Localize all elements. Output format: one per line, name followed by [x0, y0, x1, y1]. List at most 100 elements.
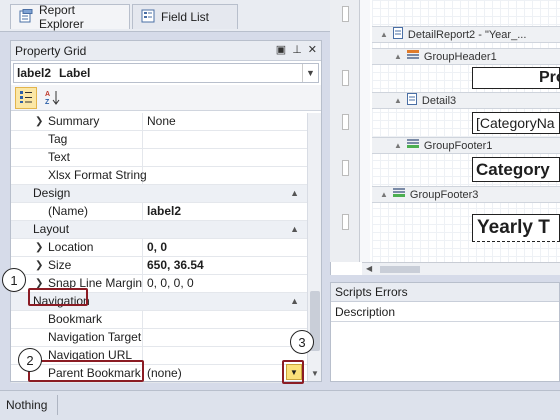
control-selector[interactable]: label2 Label ▼	[13, 63, 319, 83]
band-group-footer[interactable]: ▲ GroupFooter1	[372, 137, 560, 154]
collapse-icon[interactable]: ▲	[290, 185, 299, 202]
expand-icon[interactable]: ❯	[35, 113, 43, 130]
tab-field-list[interactable]: Field List	[132, 4, 238, 29]
group-footer-icon	[392, 188, 405, 201]
property-value[interactable]	[143, 131, 307, 148]
band-label: DetailReport2 - "Year_...	[407, 28, 527, 41]
band-detail-report[interactable]: ▲ DetailReport2 - "Year_...	[372, 26, 560, 43]
property-name: Text	[11, 149, 143, 166]
categorized-icon	[19, 90, 33, 107]
property-row[interactable]: Bookmark	[11, 311, 307, 329]
category-label: Layout	[33, 222, 70, 236]
report-cell[interactable]: Yearly T	[472, 214, 560, 242]
expand-icon[interactable]: ❯	[35, 257, 43, 274]
band-group-header[interactable]: ▲ GroupHeader1	[372, 48, 560, 65]
panel-tab-bar: Report Explorer Field List	[0, 0, 330, 32]
property-value[interactable]	[143, 311, 307, 328]
ruler-mark	[342, 214, 349, 230]
parent-bookmark-dropdown-button[interactable]: ▼	[286, 364, 302, 380]
collapse-icon[interactable]: ▲	[290, 221, 299, 238]
vertical-ruler	[330, 0, 360, 262]
category-layout[interactable]: Layout ▲	[11, 221, 307, 239]
property-value[interactable]: label2	[143, 203, 307, 220]
scripts-errors-title: Scripts Errors	[331, 283, 559, 302]
collapse-icon[interactable]: ▲	[290, 293, 299, 310]
property-list: ❯ Summary None Tag Text Xlsx Format String Des…	[11, 113, 307, 383]
property-row[interactable]: ❯ Size 650, 36.54	[11, 257, 307, 275]
property-row[interactable]: Navigation Target	[11, 329, 307, 347]
tab-label: Report Explorer	[39, 3, 84, 31]
property-value[interactable]: 0, 0	[143, 239, 307, 256]
status-bar: Nothing	[0, 390, 560, 420]
highlight-navigation-category	[28, 288, 88, 306]
sort-az-icon: AZ	[44, 89, 60, 108]
field-list-icon	[141, 9, 155, 26]
group-footer-icon	[406, 139, 419, 152]
property-name: (Name)	[11, 203, 143, 220]
ruler-mark	[342, 6, 349, 22]
selected-control-name: label2	[17, 66, 52, 80]
property-row[interactable]: ❯ Location 0, 0	[11, 239, 307, 257]
collapse-icon[interactable]: ▲	[380, 190, 388, 199]
property-row[interactable]: ❯ Summary None	[11, 113, 307, 131]
property-value[interactable]	[143, 329, 307, 346]
collapse-icon[interactable]: ▲	[380, 30, 388, 39]
band-label: GroupHeader1	[423, 50, 497, 63]
property-value[interactable]	[143, 149, 307, 166]
property-row[interactable]: Xlsx Format String	[11, 167, 307, 185]
property-name: Xlsx Format String	[11, 167, 147, 184]
band-label: Detail3	[421, 94, 457, 107]
collapse-icon[interactable]: ▲	[394, 52, 402, 61]
close-icon[interactable]: ✕	[308, 43, 317, 56]
collapse-icon[interactable]: ▲	[394, 141, 402, 150]
column-header-description[interactable]: Description	[331, 303, 559, 322]
status-text: Nothing	[6, 395, 59, 415]
property-grid-panel: Property Grid ▣ ⊥ ✕ label2 Label ▼ AZ ❯ S…	[10, 40, 322, 383]
svg-text:Z: Z	[45, 99, 50, 105]
report-cell[interactable]: Category	[472, 157, 560, 182]
category-design[interactable]: Design ▲	[11, 185, 307, 203]
property-name: Tag	[11, 131, 143, 148]
property-row[interactable]: Text	[11, 149, 307, 167]
category-label: Design	[33, 186, 71, 200]
property-value[interactable]	[143, 167, 307, 184]
ruler-mark	[342, 114, 349, 130]
report-cell[interactable]: [CategoryNa	[472, 112, 560, 134]
categorized-view-button[interactable]	[15, 87, 37, 109]
band-group-footer[interactable]: ▲ GroupFooter3	[372, 186, 560, 203]
highlight-parent-bookmark	[28, 360, 144, 382]
property-row[interactable]: Tag	[11, 131, 307, 149]
property-value[interactable]: 0, 0, 0, 0	[143, 275, 307, 292]
band-label: GroupFooter3	[409, 188, 479, 201]
scroll-down-icon[interactable]: ▼	[311, 369, 319, 378]
detail-icon	[406, 93, 417, 108]
property-name: Bookmark	[11, 311, 143, 328]
band-margin	[360, 0, 370, 262]
callout-2: 2	[18, 348, 42, 372]
property-name: Summary	[11, 113, 143, 130]
chevron-down-icon[interactable]: ▼	[302, 64, 318, 82]
report-explorer-icon	[19, 8, 33, 26]
callout-1: 1	[2, 268, 26, 292]
property-row[interactable]: (Name) label2	[11, 203, 307, 221]
scrollbar-thumb[interactable]	[380, 266, 420, 273]
band-detail[interactable]: ▲ Detail3	[372, 92, 560, 109]
designer-horizontal-scrollbar[interactable]: ◀	[362, 262, 560, 275]
expand-icon[interactable]: ❯	[35, 239, 43, 256]
ruler-mark	[342, 160, 349, 176]
property-grid-title: Property Grid	[15, 43, 87, 58]
property-value[interactable]: 650, 36.54	[143, 257, 307, 274]
collapse-icon[interactable]: ▲	[394, 96, 402, 105]
pin-icon[interactable]: ⊥	[292, 43, 302, 56]
scroll-left-icon[interactable]: ◀	[366, 264, 372, 273]
window-position-icon[interactable]: ▣	[276, 43, 286, 56]
tab-report-explorer[interactable]: Report Explorer	[10, 3, 130, 31]
selected-control-type: Label	[59, 66, 91, 80]
property-grid-toolbar: AZ	[11, 85, 321, 111]
report-cell[interactable]: Pro	[472, 67, 560, 89]
property-name: Navigation Target	[11, 329, 143, 346]
alphabetical-view-button[interactable]: AZ	[41, 87, 63, 109]
band-label: GroupFooter1	[423, 139, 493, 152]
detail-report-icon	[392, 27, 403, 42]
property-value[interactable]: None	[143, 113, 307, 130]
